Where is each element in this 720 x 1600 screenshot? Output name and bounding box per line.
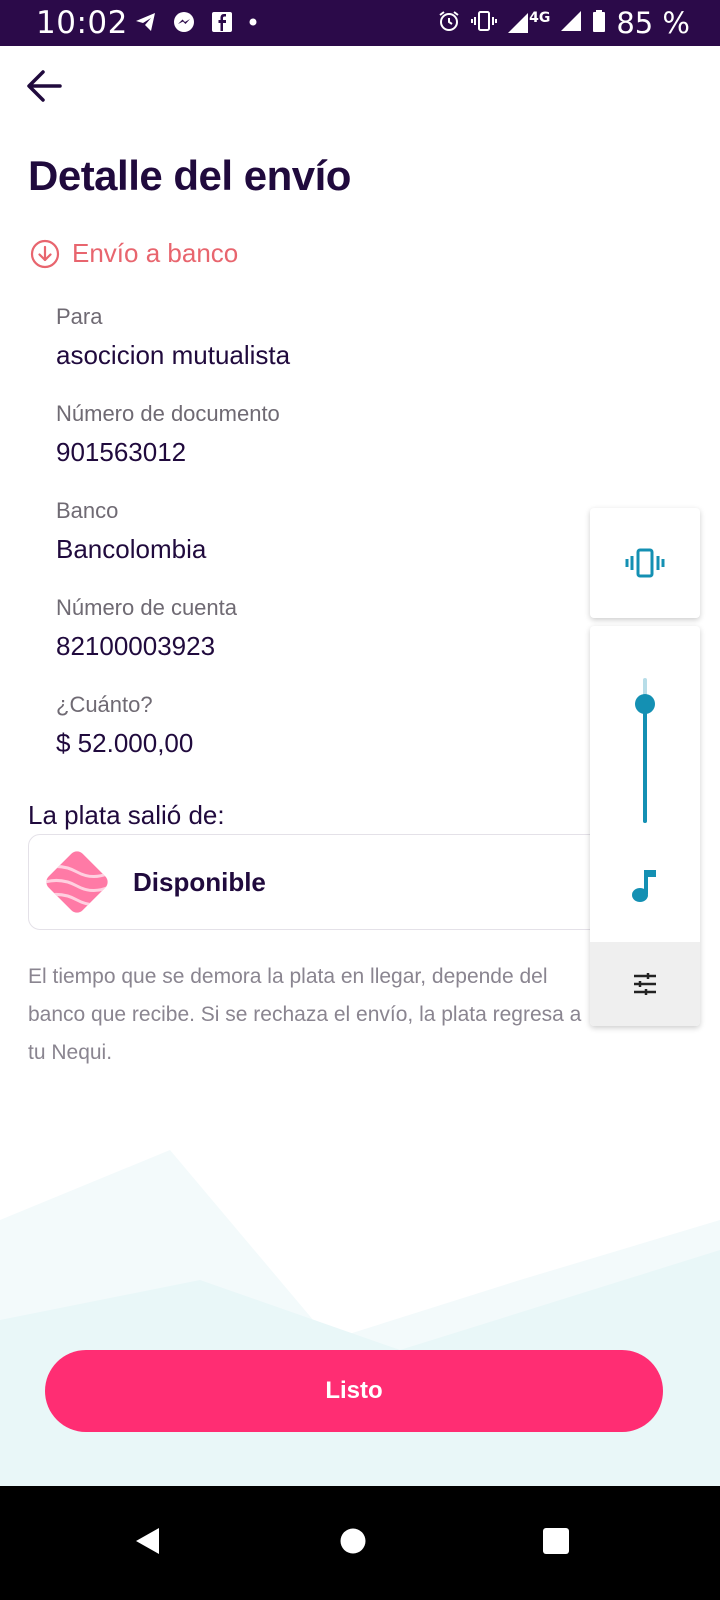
vibrate-icon [625,548,665,578]
detail-label: Banco [56,498,119,523]
navigation-bar [0,1486,720,1600]
status-time: 10:02 [36,5,128,41]
done-button[interactable]: Listo [45,1350,663,1432]
square-recents-icon [543,1528,569,1554]
detail-value: 82100003923 [56,631,216,661]
telegram-icon [134,10,158,39]
background-decoration [0,1150,720,1490]
nav-recents-button[interactable] [521,1506,591,1576]
alarm-icon [437,9,461,37]
volume-slider-thumb[interactable] [635,694,655,715]
info-line: tu Nequi. [28,1041,113,1064]
detail-amount: ¿Cuánto? $ 52.000,00 [56,692,193,759]
detail-recipient: Para asocicion mutualista [56,304,290,371]
source-account-label: Disponible [133,866,266,897]
network-type: 4G [529,10,551,26]
circle-home-icon [340,1528,366,1554]
volume-slider-fill [643,704,647,823]
vibrate-icon [471,9,498,37]
ringer-mode-button[interactable] [590,508,700,618]
detail-document: Número de documento 901563012 [56,401,280,468]
info-text: El tiempo que se demora la plata en lleg… [28,958,588,1072]
detail-label: Número de documento [56,401,280,426]
detail-label: Número de cuenta [56,595,237,620]
signal-icon [560,10,582,36]
messenger-icon [172,10,196,39]
system-status: 4G 85 % [437,6,690,40]
page-title: Detalle del envío [28,152,351,199]
transfer-type-label: Envío a banco [72,238,239,268]
volume-settings-button[interactable] [590,942,700,1026]
facebook-icon [210,10,234,39]
dot-icon [248,10,258,39]
battery-percent: 85 % [616,6,690,40]
music-note-icon [628,866,662,911]
transfer-type: Envío a banco [30,238,238,269]
back-button[interactable] [24,66,64,106]
detail-bank: Banco Bancolombia [56,498,206,565]
nav-home-button[interactable] [318,1506,388,1576]
notification-icons [134,10,258,39]
battery-icon [592,9,606,37]
detail-label: Para [56,304,103,329]
source-title: La plata salió de: [28,800,225,830]
pocket-icon [43,851,111,913]
info-line: banco que recibe. Si se rechaza el envío… [28,1003,582,1026]
info-line: El tiempo que se demora la plata en lleg… [28,965,548,988]
triangle-back-icon [136,1528,159,1554]
sliders-icon [634,973,656,995]
detail-value: Bancolombia [56,534,207,564]
signal-4g-icon: 4G [507,10,551,34]
volume-panel [590,626,700,1026]
detail-value: asocicion mutualista [56,340,291,370]
detail-label: ¿Cuánto? [56,692,153,717]
status-bar: 10:02 4G 85 % [0,0,720,46]
detail-account-number: Número de cuenta 82100003923 [56,595,237,662]
detail-value: $ 52.000,00 [56,728,194,758]
arrow-down-circle-icon [30,239,60,268]
detail-value: 901563012 [56,437,187,467]
arrow-left-icon [27,70,62,102]
source-card: Disponible [28,834,628,930]
nav-back-button[interactable] [113,1506,183,1576]
